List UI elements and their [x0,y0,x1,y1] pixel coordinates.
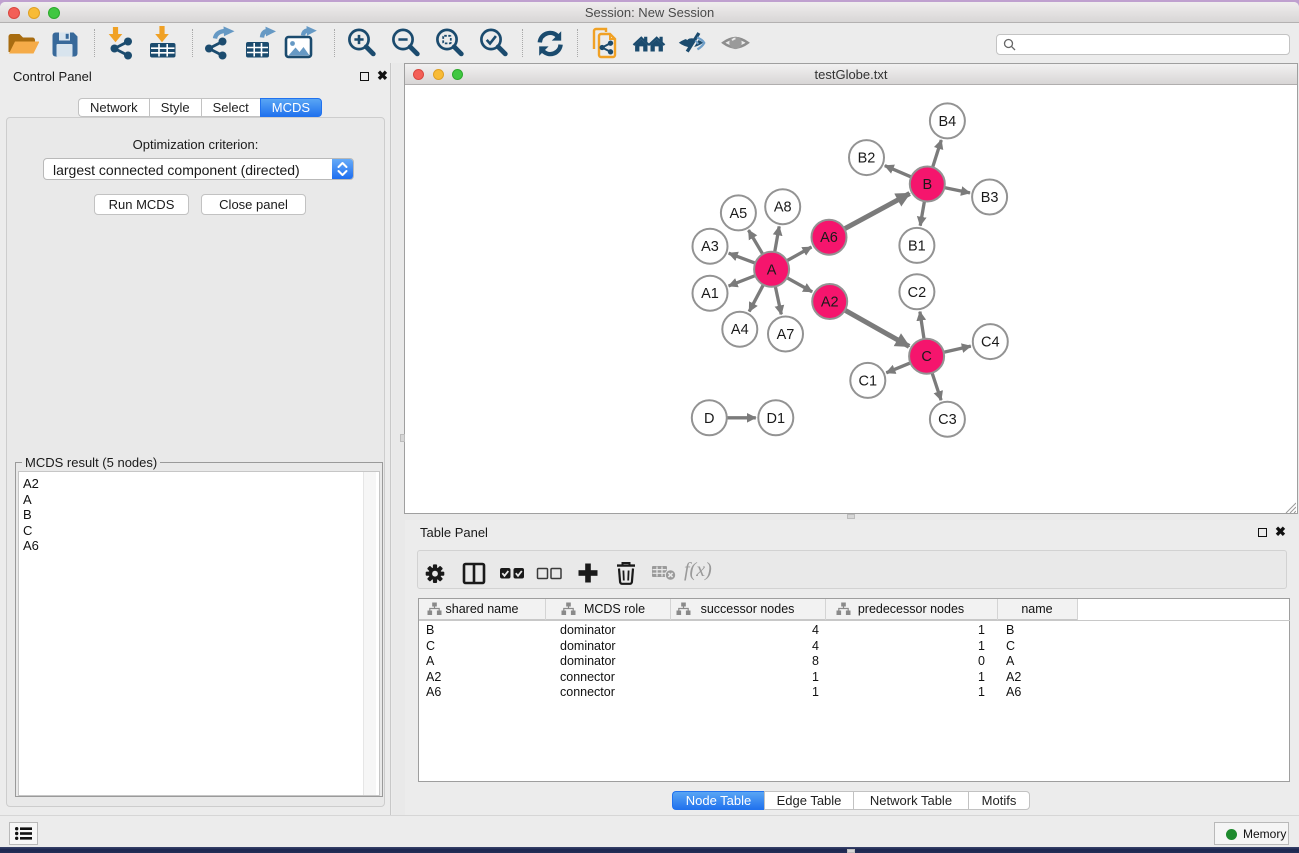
svg-text:B4: B4 [939,114,957,130]
svg-text:C1: C1 [859,373,878,389]
svg-text:C3: C3 [938,412,957,428]
svg-text:A3: A3 [701,239,719,255]
svg-text:C4: C4 [981,335,1000,351]
svg-text:A6: A6 [820,230,838,246]
svg-text:C: C [921,349,931,365]
svg-text:A4: A4 [731,322,749,338]
svg-text:B1: B1 [908,238,926,254]
svg-text:D1: D1 [767,411,786,427]
svg-text:A5: A5 [730,206,748,222]
svg-text:C2: C2 [908,285,927,301]
svg-text:B: B [922,177,932,193]
svg-text:A: A [767,262,777,278]
svg-text:A8: A8 [774,200,792,216]
svg-text:A1: A1 [701,286,719,302]
svg-text:B3: B3 [981,190,999,206]
svg-text:A2: A2 [821,295,839,311]
svg-text:D: D [704,411,714,427]
svg-text:B2: B2 [858,151,876,167]
svg-text:A7: A7 [777,327,795,343]
